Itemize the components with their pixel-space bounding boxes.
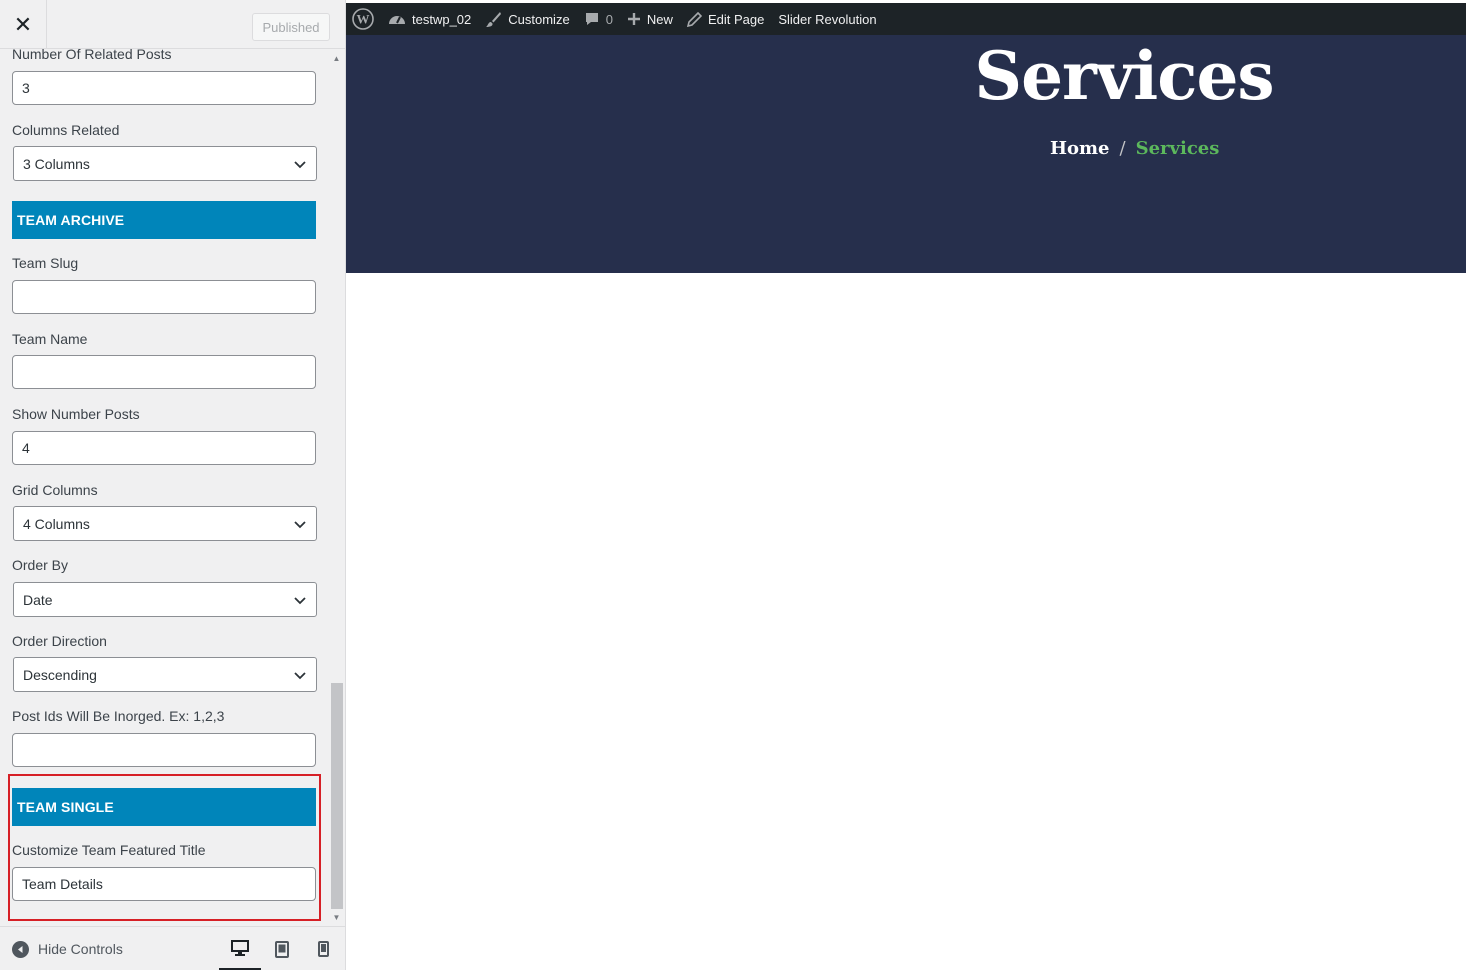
- related-posts-input[interactable]: 3: [12, 71, 316, 105]
- team-name-input[interactable]: [12, 355, 316, 389]
- mobile-icon: [317, 941, 329, 957]
- show-number-posts-value: 4: [22, 440, 30, 456]
- grid-columns-select[interactable]: 4 Columns: [13, 506, 317, 541]
- chevron-down-icon: [294, 671, 306, 679]
- new-content-link[interactable]: New: [620, 3, 680, 35]
- close-icon: ✕: [13, 11, 33, 37]
- customize-link[interactable]: Customize: [478, 3, 576, 35]
- columns-related-value: 3 Columns: [23, 155, 90, 172]
- preview-tablet-button[interactable]: [261, 927, 303, 970]
- comments-link[interactable]: 0: [577, 3, 620, 35]
- tablet-icon: [275, 940, 289, 958]
- admin-bar: W testwp_02 Customize 0 New Edit Page Sl…: [346, 3, 1466, 35]
- grid-columns-label: Grid Columns: [12, 482, 98, 498]
- featured-title-label: Customize Team Featured Title: [12, 842, 206, 858]
- collapse-arrow-icon: [12, 940, 29, 958]
- order-direction-select[interactable]: Descending: [13, 657, 317, 692]
- order-by-label: Order By: [12, 557, 69, 573]
- breadcrumb-separator: /: [1119, 138, 1126, 159]
- comments-count: 0: [605, 11, 613, 27]
- order-by-value: Date: [23, 591, 53, 608]
- customize-label: Customize: [508, 11, 570, 27]
- page-hero-banner: Services Home / Services: [346, 35, 1466, 273]
- page-title: Services: [974, 37, 1274, 115]
- chevron-down-icon: [294, 596, 306, 604]
- chevron-down-icon: [294, 520, 306, 528]
- edit-page-label: Edit Page: [707, 11, 765, 27]
- site-preview: Services Home / Services: [346, 35, 1466, 970]
- dashboard-icon: [389, 16, 405, 24]
- pencil-icon: [686, 11, 702, 27]
- site-name-link[interactable]: testwp_02: [381, 3, 478, 35]
- sidebar-header: ✕ Published: [0, 0, 345, 49]
- brush-icon: [486, 11, 502, 27]
- order-direction-value: Descending: [23, 666, 97, 683]
- featured-title-value: Team Details: [22, 876, 103, 892]
- slider-revolution-link[interactable]: Slider Revolution: [771, 3, 883, 35]
- breadcrumb-home-link[interactable]: Home: [1050, 138, 1110, 159]
- slider-revolution-label: Slider Revolution: [778, 11, 877, 27]
- featured-title-input[interactable]: Team Details: [12, 867, 316, 901]
- new-label: New: [646, 11, 673, 27]
- related-posts-value: 3: [22, 80, 30, 96]
- team-archive-heading: TEAM ARCHIVE: [12, 201, 316, 239]
- scroll-up-arrow-icon[interactable]: ▲: [329, 51, 344, 65]
- team-name-label: Team Name: [12, 331, 88, 347]
- grid-columns-value: 4 Columns: [23, 515, 90, 532]
- wordpress-icon: W: [352, 8, 374, 30]
- preview-mobile-button[interactable]: [302, 927, 344, 970]
- scroll-thumb[interactable]: [331, 683, 343, 909]
- breadcrumb: Home / Services: [1050, 138, 1219, 159]
- preview-desktop-button[interactable]: [219, 927, 261, 970]
- wordpress-logo-button[interactable]: W: [346, 3, 381, 35]
- show-number-posts-label: Show Number Posts: [12, 406, 140, 422]
- hide-controls-button[interactable]: Hide Controls: [12, 927, 123, 970]
- team-single-heading: TEAM SINGLE: [12, 788, 316, 826]
- svg-text:W: W: [357, 12, 370, 27]
- columns-related-label: Columns Related: [12, 122, 120, 138]
- related-posts-label: Number Of Related Posts: [12, 49, 172, 62]
- order-by-select[interactable]: Date: [13, 582, 317, 617]
- sidebar-footer: Hide Controls: [0, 926, 345, 970]
- publish-button[interactable]: Published: [252, 13, 330, 41]
- desktop-icon: [231, 939, 249, 956]
- edit-page-link[interactable]: Edit Page: [680, 3, 771, 35]
- breadcrumb-current: Services: [1135, 138, 1220, 159]
- order-direction-label: Order Direction: [12, 633, 107, 649]
- columns-related-select[interactable]: 3 Columns: [13, 146, 317, 181]
- chevron-down-icon: [294, 160, 306, 168]
- post-ids-input[interactable]: [12, 733, 316, 767]
- post-ids-label: Post Ids Will Be Inorged. Ex: 1,2,3: [12, 708, 225, 724]
- team-slug-label: Team Slug: [12, 255, 79, 271]
- site-name: testwp_02: [412, 11, 472, 27]
- sidebar-scrollbar[interactable]: ▲ ▼: [329, 49, 344, 926]
- comment-icon: [585, 13, 598, 25]
- hide-controls-label: Hide Controls: [38, 941, 123, 957]
- controls-panel: Number Of Related Posts 3 Columns Relate…: [0, 49, 328, 926]
- plus-icon: [627, 13, 640, 25]
- show-number-posts-input[interactable]: 4: [12, 431, 316, 465]
- close-button[interactable]: ✕: [0, 0, 47, 49]
- team-slug-input[interactable]: [12, 280, 316, 314]
- scroll-down-arrow-icon[interactable]: ▼: [329, 910, 344, 924]
- customizer-sidebar: ✕ Published Number Of Related Posts 3 Co…: [0, 0, 346, 970]
